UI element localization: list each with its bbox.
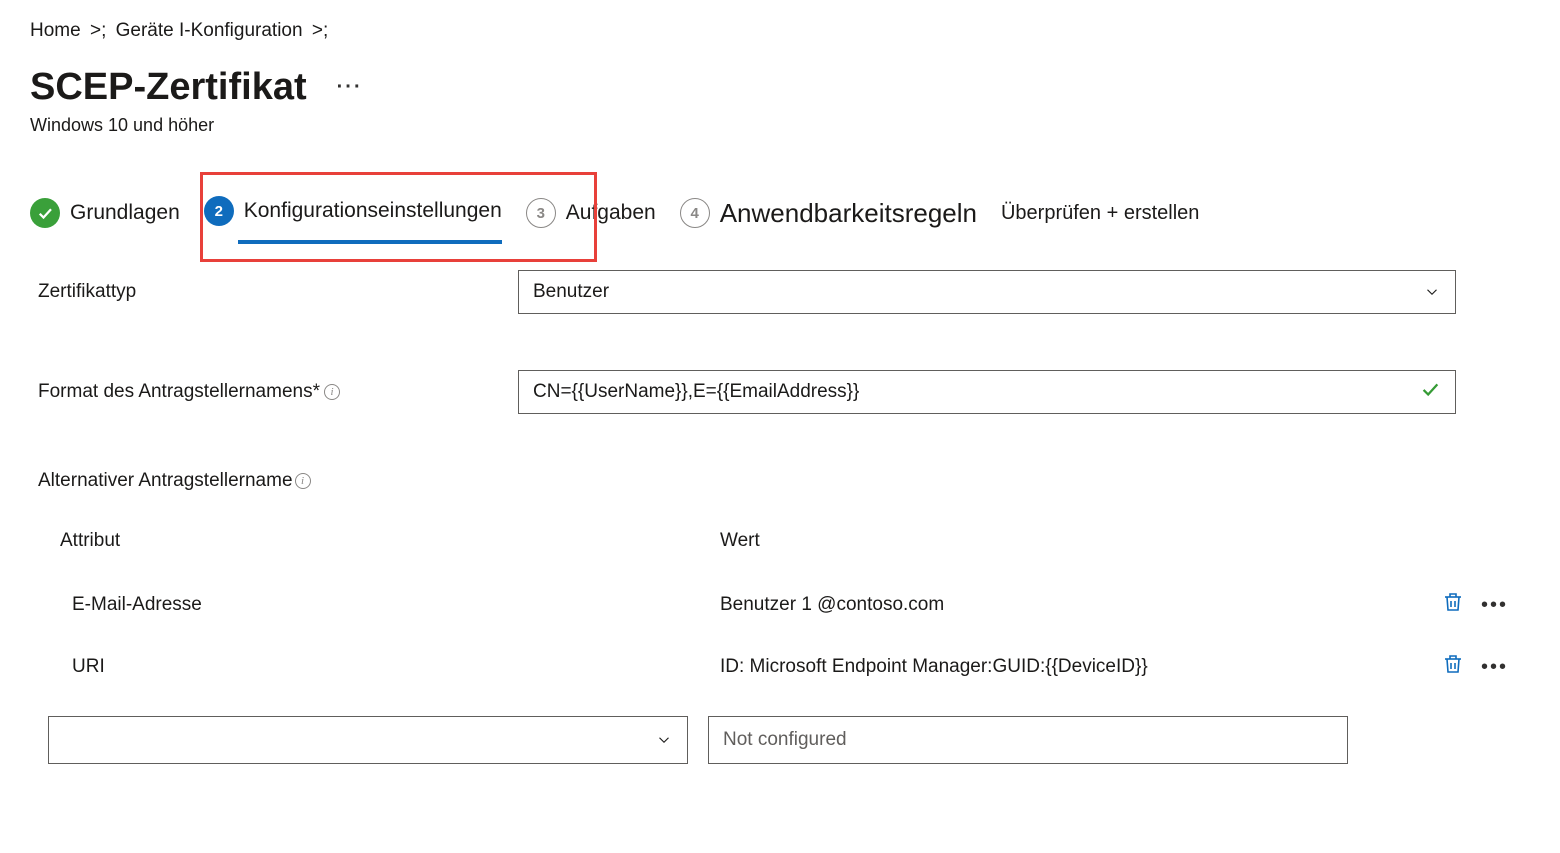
san-table: Attribut Wert E-Mail-Adresse Benutzer 1 … <box>38 520 1530 698</box>
checkmark-icon <box>1419 378 1441 406</box>
step-ueberpruefen-erstellen[interactable]: Überprüfen + erstellen <box>1001 202 1199 225</box>
select-value: Benutzer <box>533 281 609 303</box>
label-antragstellername: Format des Antragstellernamens* i <box>38 381 518 403</box>
step-label: Überprüfen + erstellen <box>1001 202 1199 225</box>
san-value: Benutzer 1 @contoso.com <box>698 574 1419 636</box>
label-san: Alternativer Antragstellername i <box>38 470 1530 492</box>
info-icon[interactable]: i <box>324 384 340 400</box>
step-grundlagen[interactable]: Grundlagen <box>30 198 180 228</box>
col-wert: Wert <box>698 520 1419 574</box>
san-attr: E-Mail-Adresse <box>38 574 698 636</box>
page-subtitle: Windows 10 und höher <box>30 115 1530 136</box>
check-icon <box>30 198 60 228</box>
col-attribut: Attribut <box>38 520 698 574</box>
label-zertifikattyp: Zertifikattyp <box>38 281 518 303</box>
wizard-stepper: Grundlagen 2 Konfigurationseinstellungen… <box>30 196 1530 230</box>
input-value: CN={{UserName}},E={{EmailAddress}} <box>533 381 859 403</box>
step-label: Grundlagen <box>70 201 180 225</box>
breadcrumb: Home >; Geräte I-Konfiguration >; <box>30 20 1530 42</box>
chevron-down-icon <box>1423 283 1441 301</box>
delete-button[interactable] <box>1441 590 1465 620</box>
breadcrumb-item[interactable]: Geräte I-Konfiguration <box>116 20 303 41</box>
step-label: Anwendbarkeitsregeln <box>720 198 977 229</box>
row-more-button[interactable]: ••• <box>1481 656 1508 679</box>
chevron-down-icon <box>655 731 673 749</box>
step-aufgaben[interactable]: 3 Aufgaben <box>526 198 656 228</box>
table-row: URI ID: Microsoft Endpoint Manager:GUID:… <box>38 636 1530 698</box>
step-label: Konfigurationseinstellungen <box>244 199 502 223</box>
step-anwendbarkeitsregeln[interactable]: 4 Anwendbarkeitsregeln <box>680 198 977 229</box>
step-number-badge: 2 <box>204 196 234 226</box>
select-zertifikattyp[interactable]: Benutzer <box>518 270 1456 314</box>
input-new-san-value[interactable]: Not configured <box>708 716 1348 764</box>
san-attr: URI <box>38 636 698 698</box>
step-label: Aufgaben <box>566 201 656 225</box>
san-new-row: Not configured <box>38 698 1530 774</box>
row-more-button[interactable]: ••• <box>1481 594 1508 617</box>
step-number-badge: 4 <box>680 198 710 228</box>
breadcrumb-sep: >; <box>312 20 328 41</box>
select-new-san-attr[interactable] <box>48 716 688 764</box>
input-antragstellername[interactable]: CN={{UserName}},E={{EmailAddress}} <box>518 370 1456 414</box>
step-number-badge: 3 <box>526 198 556 228</box>
step-konfigurationseinstellungen[interactable]: 2 Konfigurationseinstellungen <box>204 196 502 230</box>
info-icon[interactable]: i <box>295 473 311 489</box>
san-value: ID: Microsoft Endpoint Manager:GUID:{{De… <box>698 636 1419 698</box>
placeholder-text: Not configured <box>723 729 847 751</box>
breadcrumb-item[interactable]: Home <box>30 20 81 41</box>
breadcrumb-sep: >; <box>90 20 106 41</box>
delete-button[interactable] <box>1441 652 1465 682</box>
more-actions-button[interactable]: ··· <box>337 76 363 99</box>
page-title: SCEP-Zertifikat <box>30 66 307 109</box>
table-row: E-Mail-Adresse Benutzer 1 @contoso.com •… <box>38 574 1530 636</box>
